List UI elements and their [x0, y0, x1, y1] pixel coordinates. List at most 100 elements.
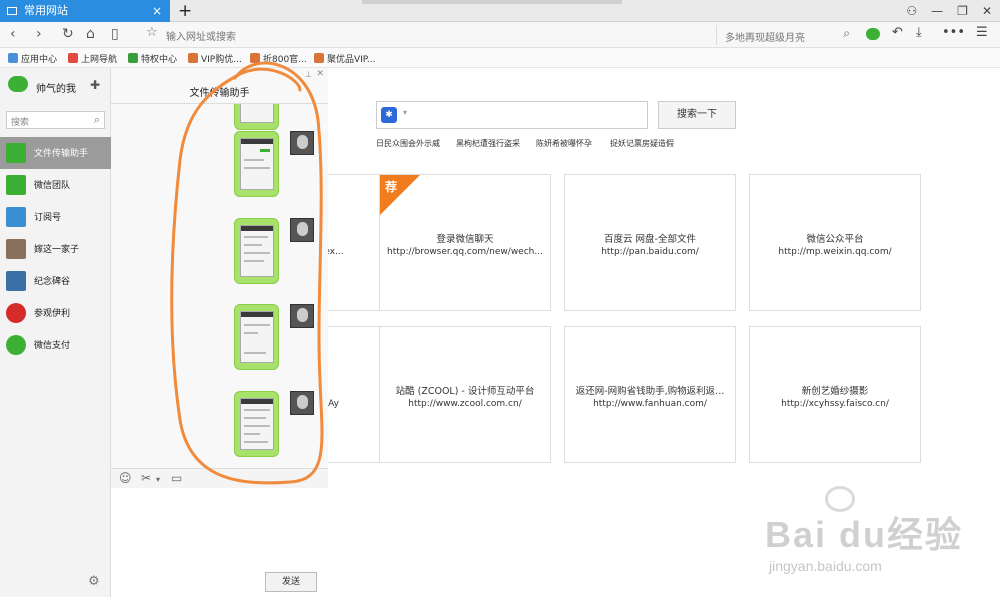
- contact-label: 文件传输助手: [34, 149, 89, 159]
- more-icon[interactable]: •••: [942, 25, 965, 40]
- card-title: 登录微信聊天: [436, 234, 494, 245]
- image-message[interactable]: [234, 391, 279, 457]
- message-input[interactable]: 发送: [111, 488, 328, 597]
- search-input[interactable]: 多地再现超级月亮 ⌕: [716, 25, 856, 45]
- add-chat-icon[interactable]: ✚: [90, 78, 100, 92]
- download-icon[interactable]: ⤓: [916, 25, 922, 40]
- wechat-window: 帅气的我 ✚ 搜索 ⌕ 文件传输助手 微信团队 订阅号 嫁这一家子 纪念碑谷 参: [0, 68, 328, 597]
- recommend-badge-label: 荐: [385, 180, 398, 194]
- chat-toolbar: ☺ ✂ ▾ ▭: [111, 468, 328, 488]
- restore-icon[interactable]: ❐: [957, 0, 968, 22]
- undo-icon[interactable]: ↶: [892, 25, 903, 40]
- watermark-url: jingyan.baidu.com: [769, 558, 882, 574]
- hot-search-link[interactable]: 捉妖记票房疑造假: [610, 138, 674, 149]
- folder-icon[interactable]: ▭: [171, 471, 182, 485]
- contact-search-input[interactable]: 搜索 ⌕: [6, 111, 105, 129]
- forward-icon[interactable]: ›: [36, 26, 42, 42]
- tab-close-icon[interactable]: ×: [152, 0, 162, 22]
- phone-screenshot: [240, 398, 274, 450]
- hot-search-link[interactable]: 日民众围会外示威: [376, 138, 440, 149]
- close-icon[interactable]: ✕: [982, 0, 992, 22]
- bookmark-zhe800[interactable]: 折800官...: [250, 52, 307, 65]
- contact-yili[interactable]: 参观伊利: [0, 297, 111, 329]
- baidu-jingyan-watermark: Bai du经验 jingyan.baidu.com: [765, 486, 985, 581]
- contact-label: 订阅号: [34, 213, 62, 223]
- contact-label: 纪念碑谷: [34, 277, 71, 287]
- card-title: 站酷 (ZCOOL) - 设计师互动平台: [395, 386, 535, 397]
- vip-icon: [188, 53, 198, 63]
- contact-label: 微信支付: [34, 341, 71, 351]
- site-card-zcool[interactable]: 站酷 (ZCOOL) - 设计师互动平台 http://www.zcool.co…: [379, 326, 551, 463]
- watermark-brand: Bai du经验: [765, 514, 964, 555]
- scissors-icon[interactable]: ✂: [141, 471, 151, 485]
- new-tab-button[interactable]: +: [178, 0, 192, 22]
- site-card-baidu-pan[interactable]: 百度云 网盘-全部文件 http://pan.baidu.com/: [564, 174, 736, 311]
- search-icon[interactable]: ⌕: [94, 113, 100, 127]
- contact-monument-valley[interactable]: 纪念碑谷: [0, 265, 111, 297]
- image-message[interactable]: [234, 218, 279, 284]
- gear-icon[interactable]: ⚙: [88, 574, 100, 589]
- site-card-wedding[interactable]: 新创艺婚纱摄影 http://xcyhssy.faisco.cn/: [749, 326, 921, 463]
- card-url: http://xcyhssy.faisco.cn/: [781, 399, 889, 409]
- menu-icon[interactable]: ☰: [976, 25, 988, 40]
- site-card-wechat-mp[interactable]: 微信公众平台 http://mp.weixin.qq.com/: [749, 174, 921, 311]
- phone-screenshot: [240, 104, 274, 123]
- message-list: [111, 103, 328, 468]
- user-name: 帅气的我: [36, 84, 76, 95]
- bookmark-juyoupin[interactable]: 聚优品VIP...: [314, 52, 375, 65]
- baidu-search-input[interactable]: ✱ ▾: [376, 101, 648, 129]
- bookmark-app-center[interactable]: 应用中心: [8, 52, 57, 65]
- app-center-icon: [8, 53, 18, 63]
- image-message[interactable]: [234, 131, 279, 197]
- address-input[interactable]: 输入网址或搜索: [166, 28, 236, 43]
- close-icon[interactable]: ✕: [316, 69, 324, 79]
- grid-icon: [7, 7, 17, 15]
- window-controls: ⚇ — ❐ ✕: [906, 0, 992, 22]
- tab-common-sites[interactable]: 常用网站 ×: [0, 0, 170, 22]
- refresh-icon[interactable]: ↻: [62, 26, 74, 42]
- wechat-icon[interactable]: [866, 28, 880, 40]
- card-title: 百度云 网盘-全部文件: [604, 234, 696, 245]
- address-bar[interactable]: ☆ 输入网址或搜索: [140, 25, 712, 45]
- back-icon[interactable]: ‹: [10, 26, 16, 42]
- minimize-icon[interactable]: —: [931, 0, 943, 22]
- hot-search-link[interactable]: 黑枸杞遭强行盗采: [456, 138, 520, 149]
- user-icon[interactable]: ⚇: [906, 0, 917, 22]
- pin-icon[interactable]: ⊥: [305, 70, 312, 79]
- bookmark-label: 特权中心: [141, 55, 178, 65]
- chevron-down-icon[interactable]: ▾: [403, 108, 407, 117]
- file-transfer-icon: [6, 143, 26, 163]
- hot-search-link[interactable]: 陈妍希被曝怀孕: [536, 138, 592, 149]
- chevron-down-icon[interactable]: ▾: [156, 475, 160, 484]
- bookmark-nav[interactable]: 上网导航: [68, 52, 117, 65]
- home-icon[interactable]: ⌂: [86, 26, 95, 42]
- avatar[interactable]: [290, 218, 314, 242]
- bookmark-privilege[interactable]: 特权中心: [128, 52, 177, 65]
- bookmark-vip[interactable]: VIP购优...: [188, 52, 242, 65]
- emoji-icon[interactable]: ☺: [119, 471, 132, 485]
- wechat-logo-icon: [8, 76, 28, 92]
- card-url: http://browser.qq.com/new/wech...: [387, 247, 543, 257]
- contact-label: 参观伊利: [34, 309, 71, 319]
- contact-file-transfer[interactable]: 文件传输助手: [0, 137, 111, 169]
- contact-wechat-team[interactable]: 微信团队: [0, 169, 111, 201]
- search-icon[interactable]: ⌕: [843, 26, 850, 41]
- image-message[interactable]: [234, 304, 279, 370]
- contact-family[interactable]: 嫁这一家子: [0, 233, 111, 265]
- contact-subscriptions[interactable]: 订阅号: [0, 201, 111, 233]
- family-avatar-icon: [6, 239, 26, 259]
- image-message[interactable]: [234, 104, 279, 130]
- star-icon[interactable]: ☆: [146, 25, 158, 40]
- site-card-wechat-login[interactable]: 荐 登录微信聊天 http://browser.qq.com/new/wech.…: [379, 174, 551, 311]
- yili-icon: [6, 303, 26, 323]
- search-button[interactable]: 搜索一下: [658, 101, 736, 129]
- reader-icon[interactable]: ▯: [111, 26, 119, 42]
- chat-panel: ⊥ ✕ 文件传输助手 ☺ ✂ ▾ ▭ 发送: [111, 68, 328, 597]
- avatar[interactable]: [290, 391, 314, 415]
- avatar[interactable]: [290, 131, 314, 155]
- avatar[interactable]: [290, 304, 314, 328]
- site-card-fanhuan[interactable]: 返还网-网购省钱助手,购物返利返... http://www.fanhuan.c…: [564, 326, 736, 463]
- send-button[interactable]: 发送: [265, 572, 317, 592]
- wechat-pay-icon: [6, 335, 26, 355]
- contact-wechat-pay[interactable]: 微信支付: [0, 329, 111, 361]
